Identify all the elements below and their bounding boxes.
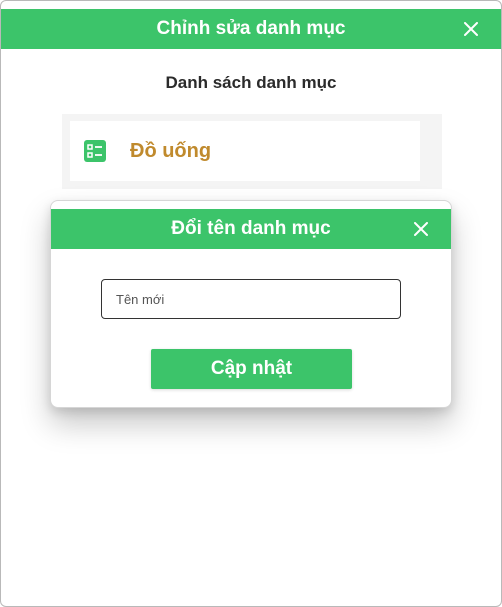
update-button[interactable]: Cập nhật [151, 349, 352, 389]
new-name-input[interactable] [101, 279, 401, 319]
close-icon[interactable] [459, 17, 483, 41]
category-list-heading: Danh sách danh mục [165, 73, 337, 92]
rename-dialog-header: Đổi tên danh mục [51, 209, 451, 249]
rename-dialog: Đổi tên danh mục Cập nhật [50, 200, 452, 408]
edit-category-title: Chỉnh sửa danh mục [156, 18, 346, 39]
list-item[interactable]: Đồ uống [70, 121, 420, 181]
list-item-label: Đồ uống [130, 139, 212, 162]
category-list: Đồ uống [62, 114, 442, 189]
list-icon [83, 139, 107, 163]
rename-dialog-title: Đổi tên danh mục [171, 218, 331, 239]
close-icon[interactable] [409, 217, 433, 241]
edit-category-header: Chỉnh sửa danh mục [1, 9, 501, 49]
